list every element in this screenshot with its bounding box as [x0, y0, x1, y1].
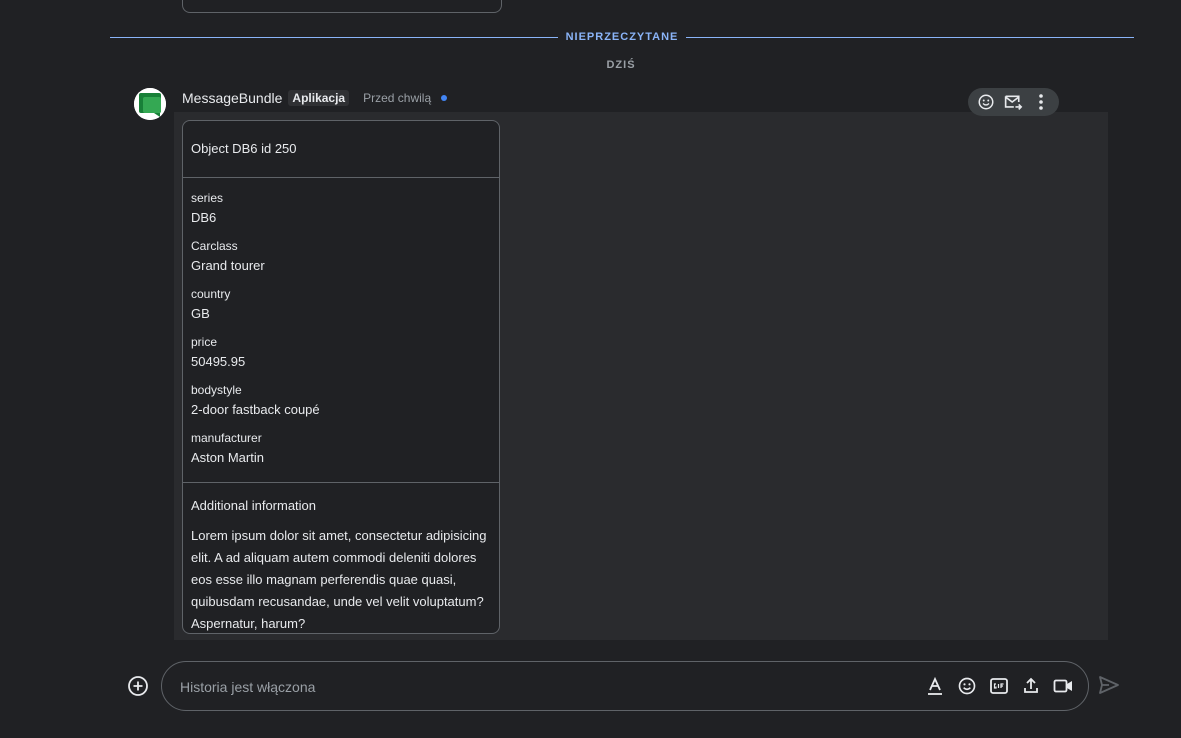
field-label: price: [191, 335, 218, 349]
field-country: country GB: [191, 286, 491, 323]
additional-info-body: Lorem ipsum dolor sit amet, consectetur …: [191, 528, 487, 631]
more-options-button[interactable]: [1030, 91, 1052, 113]
message-timestamp: Przed chwilą: [363, 91, 432, 105]
avatar[interactable]: [134, 88, 166, 120]
field-label: country: [191, 287, 231, 301]
video-meeting-button[interactable]: [1052, 674, 1074, 698]
additional-info-title: Additional information: [191, 498, 317, 513]
app-badge: Aplikacja: [288, 90, 350, 106]
emoji-icon: [958, 677, 976, 695]
emoji-button[interactable]: [956, 674, 978, 698]
message-header: MessageBundle Aplikacja Przed chwilą: [182, 88, 448, 108]
day-divider-label: DZIŚ: [606, 59, 636, 71]
gif-icon: [990, 678, 1008, 694]
react-button[interactable]: [975, 91, 997, 113]
video-icon: [1053, 679, 1072, 693]
unread-dot: [441, 95, 448, 101]
upload-file-button[interactable]: [1020, 674, 1042, 698]
upload-icon: [1024, 677, 1038, 693]
field-carclass: Carclass Grand tourer: [191, 238, 491, 275]
emoji-icon: [978, 94, 994, 110]
card-header: Object DB6 id 250: [183, 121, 499, 178]
object-card: Object DB6 id 250 series DB6 Carclass Gr…: [182, 120, 500, 634]
field-value: 2-door fastback coupé: [191, 402, 320, 417]
google-chat-logo-icon: [134, 88, 166, 120]
field-label: manufacturer: [191, 431, 262, 445]
field-bodystyle: bodystyle 2-door fastback coupé: [191, 382, 491, 419]
field-label: series: [191, 191, 224, 205]
field-value: DB6: [191, 210, 217, 225]
unread-divider-label: NIEPRZECZYTANE: [565, 31, 679, 43]
forward-to-inbox-icon: [1005, 95, 1023, 110]
format-text-icon: [928, 676, 942, 695]
add-attachment-button[interactable]: [127, 675, 149, 697]
field-value: Grand tourer: [191, 258, 265, 273]
additional-info-section: Additional information Lorem ipsum dolor…: [183, 483, 499, 635]
forward-to-inbox-button[interactable]: [1002, 91, 1024, 113]
composer-actions: [924, 674, 1074, 698]
card-fields: series DB6 Carclass Grand tourer country…: [183, 178, 499, 483]
message-composer: [161, 661, 1089, 712]
field-price: price 50495.95: [191, 334, 491, 371]
send-icon: [1099, 676, 1119, 694]
format-text-button[interactable]: [924, 674, 946, 698]
previous-message-card: [182, 0, 502, 13]
unread-divider-line-right: [686, 37, 1134, 38]
field-value: GB: [191, 306, 210, 321]
sender-name[interactable]: MessageBundle: [182, 90, 282, 106]
field-label: bodystyle: [191, 383, 242, 397]
field-manufacturer: manufacturer Aston Martin: [191, 430, 491, 467]
field-series: series DB6: [191, 190, 491, 227]
unread-divider-line-left: [110, 37, 558, 38]
more-vert-icon: [1039, 94, 1043, 110]
gif-button[interactable]: [988, 674, 1010, 698]
add-icon: [128, 676, 148, 696]
field-value: 50495.95: [191, 354, 246, 369]
message-actions-toolbar: [968, 88, 1059, 116]
field-value: Aston Martin: [191, 450, 264, 465]
send-button[interactable]: [1098, 675, 1122, 697]
field-label: Carclass: [191, 239, 238, 253]
message-input[interactable]: [178, 662, 882, 712]
